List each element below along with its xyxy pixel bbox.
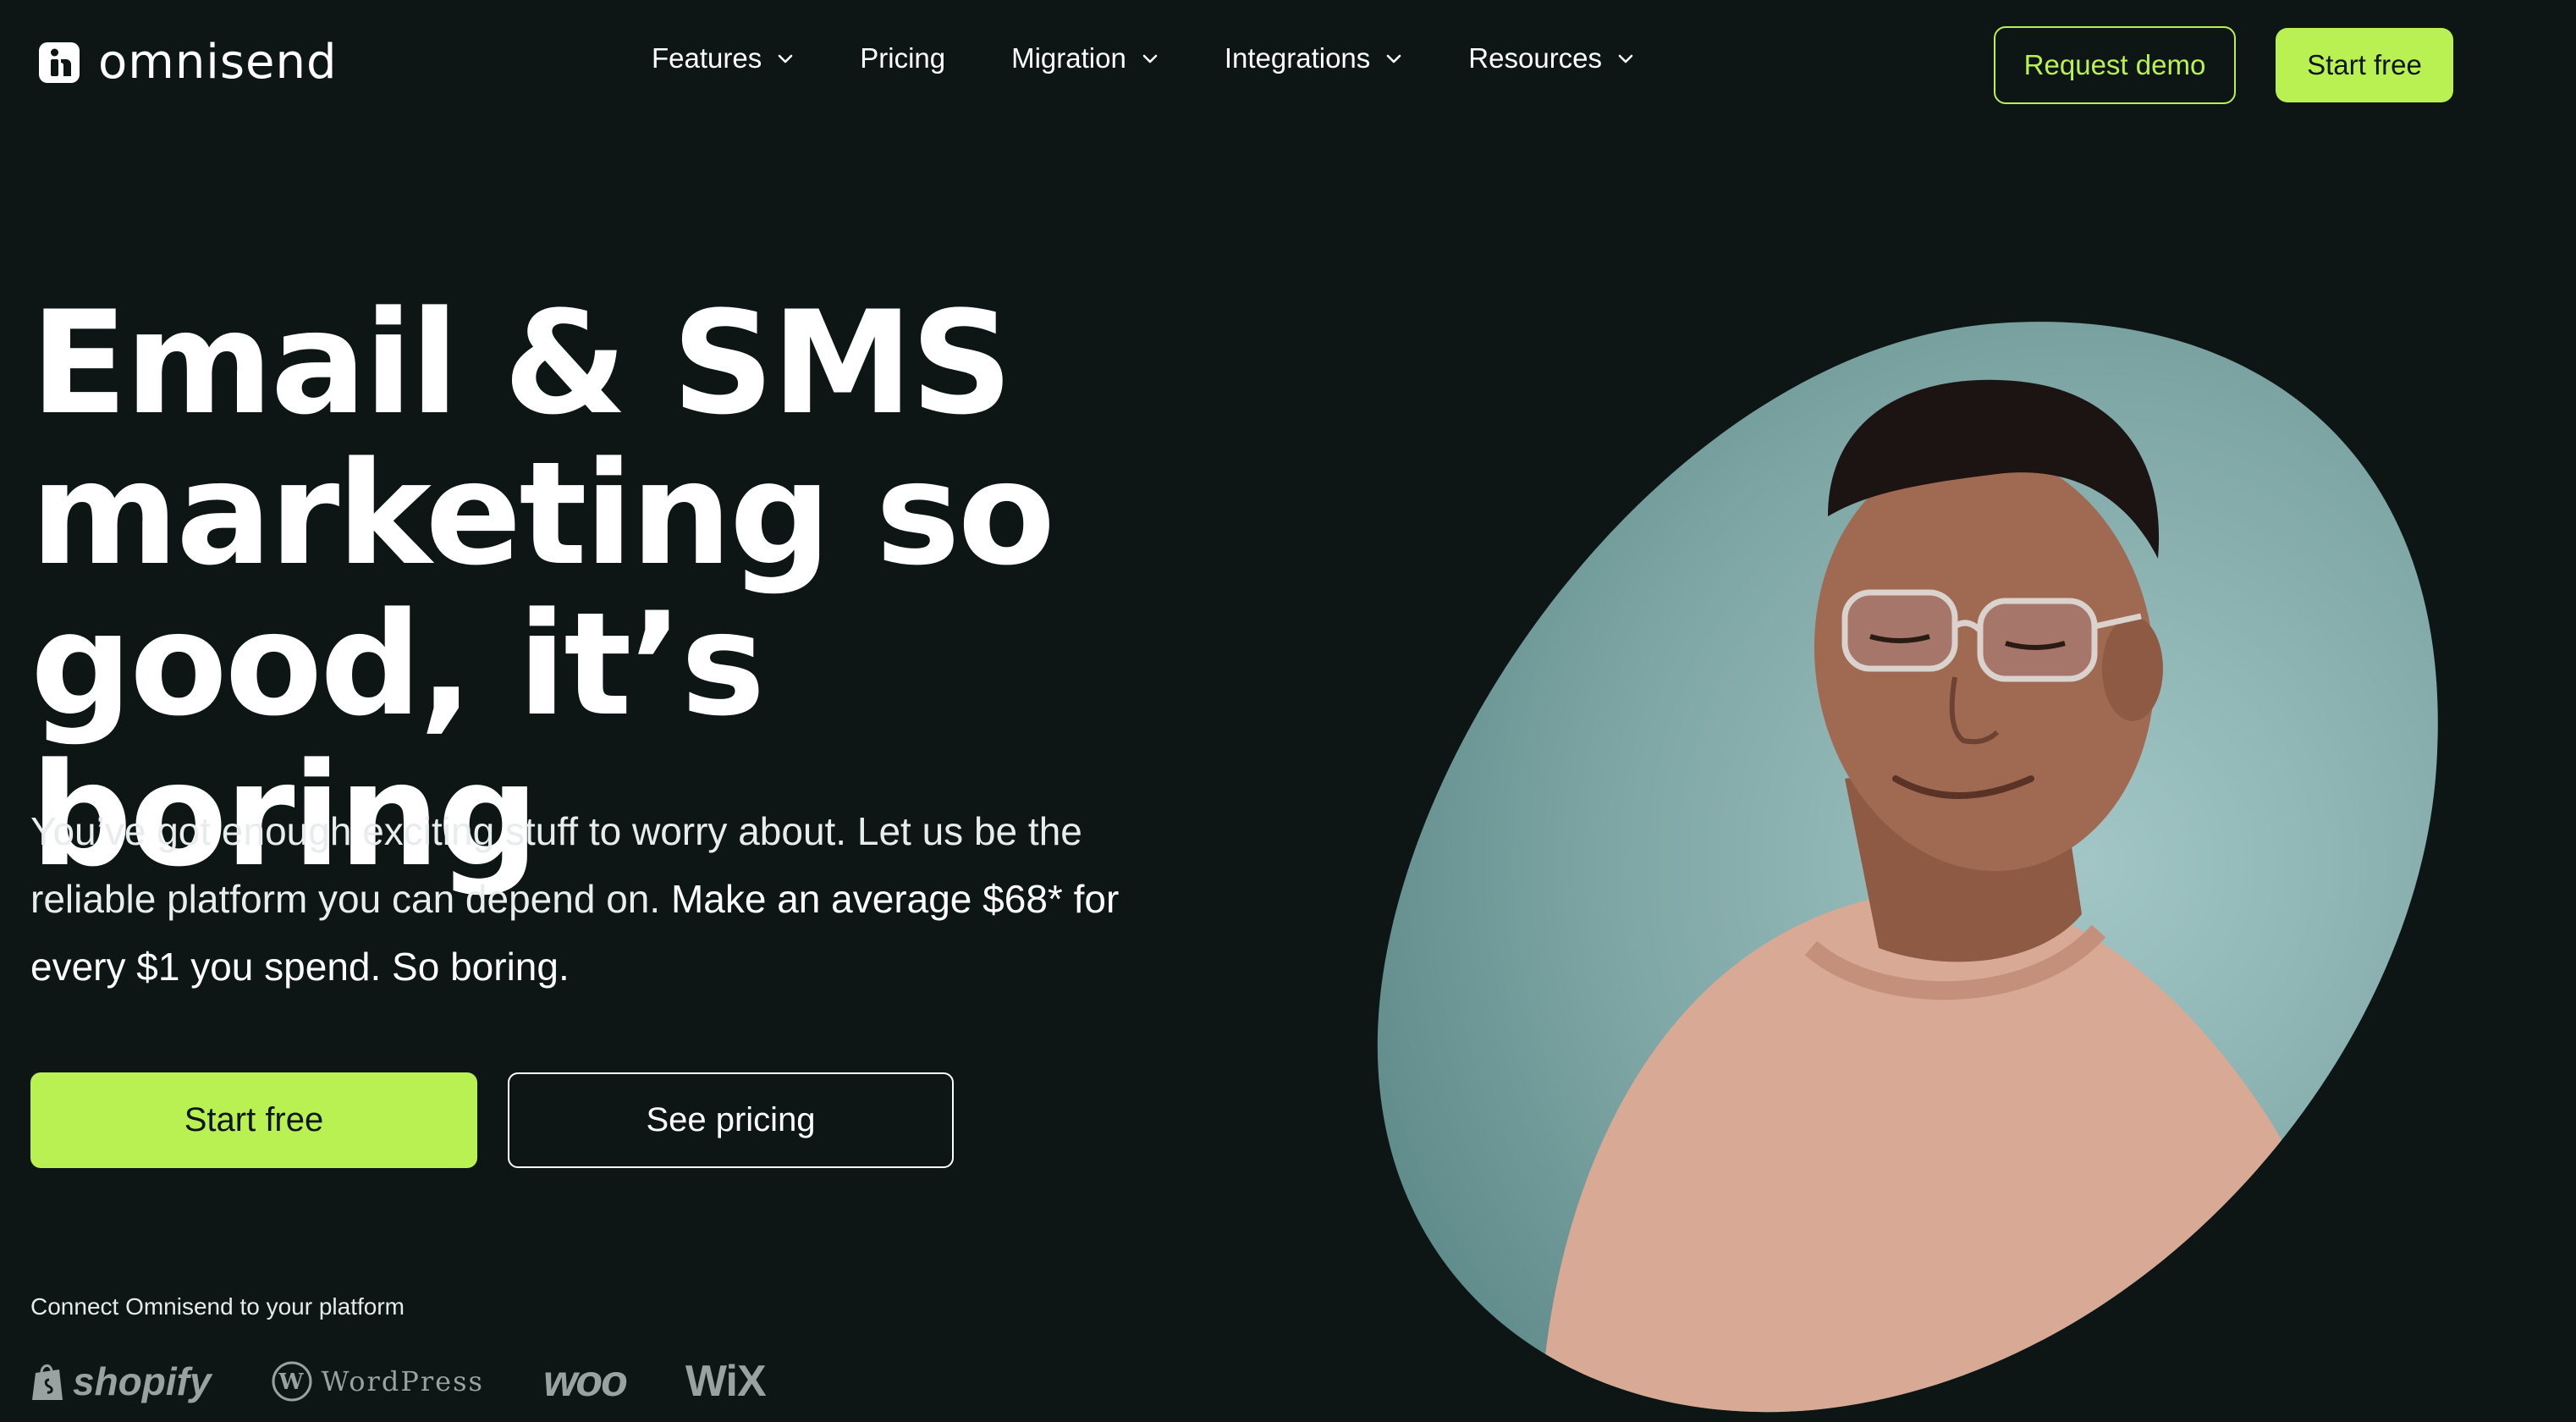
nav-item-resources[interactable]: Resources (1468, 42, 1634, 74)
smiling-man-portrait (1377, 322, 2438, 1413)
woo-wordmark: woo (542, 1357, 628, 1406)
omnisend-logo[interactable]: omnisend (39, 39, 338, 86)
chevron-down-icon (1142, 54, 1158, 63)
shopify-bag-icon (32, 1364, 63, 1400)
wix-logo[interactable]: WiX (685, 1356, 767, 1407)
nav-item-features[interactable]: Features (652, 42, 794, 74)
main-nav: Features Pricing Migration Integrations … (652, 42, 1634, 74)
wix-wordmark: WiX (685, 1357, 767, 1406)
nav-item-label: Resources (1468, 42, 1603, 74)
logo-wordmark: omnisend (98, 35, 338, 90)
chevron-down-icon (1618, 54, 1633, 63)
nav-item-integrations[interactable]: Integrations (1225, 42, 1402, 74)
hero-title-line: Email & SMS (30, 280, 1013, 446)
nav-item-label: Migration (1011, 42, 1126, 74)
start-free-button[interactable]: Start free (30, 1072, 477, 1168)
woo-logo[interactable]: woo (542, 1356, 628, 1407)
nav-item-label: Pricing (860, 42, 946, 74)
connect-platform-label: Connect Omnisend to your platform (30, 1293, 405, 1320)
chevron-down-icon (1386, 54, 1401, 63)
shopify-wordmark: shopify (73, 1359, 212, 1403)
see-pricing-button[interactable]: See pricing (508, 1072, 954, 1168)
wordpress-wordmark: WordPress (321, 1365, 484, 1397)
hero-title-line: marketing so (30, 431, 1055, 597)
chevron-down-icon (778, 54, 793, 63)
platform-logos: shopify W WordPress woo WiX (30, 1354, 767, 1408)
nav-item-migration[interactable]: Migration (1011, 42, 1159, 74)
start-free-button-header[interactable]: Start free (2276, 28, 2453, 102)
hero-subtitle: You’ve got enough exciting stuff to worr… (30, 797, 1131, 1000)
omnisend-logo-icon (39, 42, 80, 83)
wordpress-icon: W (272, 1361, 312, 1402)
request-demo-button[interactable]: Request demo (1994, 26, 2236, 104)
wordpress-logo[interactable]: W WordPress (271, 1360, 484, 1403)
shopify-logo[interactable]: shopify (30, 1359, 212, 1404)
nav-item-pricing[interactable]: Pricing (860, 42, 945, 74)
nav-item-label: Integrations (1224, 42, 1371, 74)
svg-text:W: W (278, 1370, 305, 1395)
nav-item-label: Features (652, 42, 762, 74)
